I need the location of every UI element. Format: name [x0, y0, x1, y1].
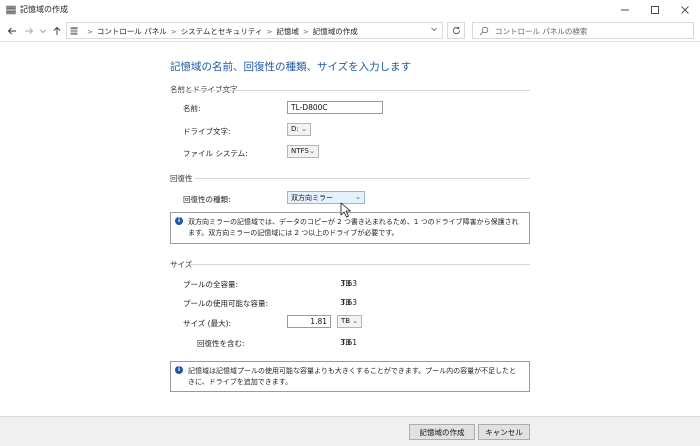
pool-available-capacity-label: プールの使用可能な容量:: [183, 299, 269, 308]
resiliency-info-text: 双方向ミラーの記憶域では、データのコピーが 2 つ書き込まれるため、1 つのドラ…: [188, 218, 519, 237]
file-system-value: NTFS: [291, 147, 309, 155]
resiliency-type-value: 双方向ミラー: [291, 194, 333, 202]
drive-letter-label: ドライブ文字:: [183, 127, 231, 136]
navigation-bar: > コントロール パネル > システムとセキュリティ > 記憶域 > 記憶域の作成 コントロー…: [0, 20, 700, 42]
section-divider: [170, 90, 530, 91]
search-input[interactable]: コントロール パネルの検索: [495, 26, 587, 37]
back-button[interactable]: [5, 24, 19, 38]
breadcrumb-separator-icon: >: [302, 28, 309, 36]
resiliency-type-label: 回復性の種類:: [183, 195, 231, 204]
breadcrumb: > コントロール パネル > システムとセキュリティ > 記憶域 > 記憶域の作成: [83, 26, 358, 37]
maximize-icon: [651, 6, 659, 14]
drive-letter-select[interactable]: D: ⌄: [287, 123, 311, 136]
chevron-down-icon: [431, 27, 437, 32]
name-label: 名前:: [183, 104, 201, 113]
file-system-label: ファイル システム:: [183, 149, 248, 158]
minimize-icon: [621, 9, 629, 11]
size-input[interactable]: 1.81: [287, 315, 331, 328]
chevron-down-icon: ⌄: [355, 193, 361, 201]
arrow-up-icon: [53, 26, 61, 35]
create-storage-space-button[interactable]: 記憶域の作成: [409, 424, 475, 440]
breadcrumb-item-create-space[interactable]: 記憶域の作成: [313, 27, 358, 36]
section-divider: [190, 264, 530, 265]
section-title-resiliency: 回復性: [170, 174, 193, 183]
footer-bar: 記憶域の作成 キャンセル: [0, 416, 700, 446]
search-icon: [479, 26, 489, 36]
breadcrumb-separator-icon: >: [170, 28, 177, 36]
name-input[interactable]: TL-D800C: [287, 101, 383, 114]
maximize-button[interactable]: [640, 0, 670, 20]
page-title: 記憶域の名前、回復性の種類、サイズを入力します: [170, 61, 412, 73]
storage-spaces-icon: [6, 5, 16, 15]
size-unit-select[interactable]: TB ⌄: [337, 315, 362, 328]
chevron-down-icon: ⌄: [309, 147, 315, 155]
pool-total-capacity-label: プールの全容量:: [183, 280, 239, 289]
cancel-button[interactable]: キャンセル: [478, 424, 530, 440]
including-resiliency-label: 回復性を含む:: [197, 339, 245, 348]
info-icon: i: [175, 366, 183, 374]
address-dropdown-button[interactable]: [430, 25, 438, 35]
main-panel: 記憶域の名前、回復性の種類、サイズを入力します 名前とドライブ文字 名前: TL…: [0, 42, 700, 416]
refresh-icon: [452, 26, 460, 35]
drive-letter-value: D:: [291, 125, 299, 133]
recent-locations-button[interactable]: [36, 24, 50, 38]
size-max-label: サイズ (最大):: [183, 319, 232, 328]
control-panel-icon: [70, 27, 78, 35]
size-info-text: 記憶域は記憶域プールの使用可能な容量よりも大きくすることができます。プール内の容…: [188, 367, 517, 386]
window-title: 記憶域の作成: [20, 5, 68, 14]
breadcrumb-separator-icon: >: [87, 28, 93, 36]
including-resiliency-unit: TB: [341, 338, 351, 347]
info-icon: i: [175, 217, 183, 225]
pool-total-capacity-unit: TB: [341, 279, 351, 288]
breadcrumb-separator-icon: >: [266, 28, 273, 36]
address-bar[interactable]: > コントロール パネル > システムとセキュリティ > 記憶域 > 記憶域の作成: [66, 22, 443, 39]
title-bar: 記憶域の作成: [0, 0, 700, 20]
forward-button[interactable]: [22, 24, 36, 38]
chevron-down-icon: [40, 29, 46, 34]
search-box[interactable]: コントロール パネルの検索: [472, 22, 694, 39]
chevron-down-icon: ⌄: [352, 317, 358, 325]
section-divider: [195, 178, 530, 179]
minimize-button[interactable]: [610, 0, 640, 20]
chevron-down-icon: ⌄: [301, 125, 307, 133]
breadcrumb-item-system-security[interactable]: システムとセキュリティ: [181, 27, 263, 36]
resiliency-type-select[interactable]: 双方向ミラー ⌄: [287, 191, 365, 204]
breadcrumb-item-storage-spaces[interactable]: 記憶域: [276, 27, 299, 36]
arrow-left-icon: [7, 27, 16, 35]
close-button[interactable]: [670, 0, 700, 20]
refresh-button[interactable]: [447, 22, 465, 39]
breadcrumb-item-control-panel[interactable]: コントロール パネル: [97, 27, 167, 36]
size-info-box: i 記憶域は記憶域プールの使用可能な容量よりも大きくすることができます。プール内…: [170, 361, 530, 392]
size-unit-value: TB: [341, 317, 351, 325]
arrow-right-icon: [25, 27, 34, 35]
file-system-select[interactable]: NTFS ⌄: [287, 145, 319, 158]
up-button[interactable]: [50, 24, 64, 38]
pool-available-capacity-unit: TB: [341, 298, 351, 307]
section-title-size: サイズ: [170, 260, 193, 269]
close-icon: [681, 6, 689, 14]
mouse-cursor-icon: [340, 202, 351, 218]
